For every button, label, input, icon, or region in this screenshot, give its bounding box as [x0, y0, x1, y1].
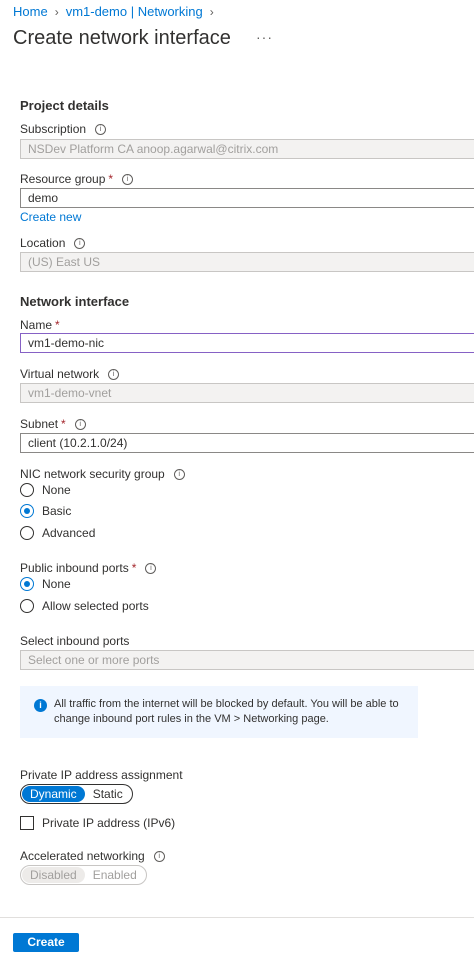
- chevron-right-icon: ›: [54, 4, 59, 19]
- subnet-select[interactable]: client (10.2.1.0/24): [20, 433, 474, 453]
- resource-group-select[interactable]: demo: [20, 188, 474, 208]
- project-details-heading: Project details: [20, 98, 109, 113]
- checkbox-box[interactable]: [20, 816, 34, 830]
- breadcrumb-vm-networking[interactable]: vm1-demo | Networking: [66, 4, 203, 19]
- accelerated-label-text: Accelerated networking: [20, 849, 145, 863]
- page-title: Create network interface: [13, 27, 231, 49]
- ip-assignment-label: Private IP address assignment: [20, 768, 183, 782]
- info-icon[interactable]: i: [173, 468, 185, 480]
- subnet-label-text: Subnet: [20, 417, 59, 431]
- required-marker: *: [55, 318, 60, 332]
- info-icon[interactable]: i: [74, 418, 86, 430]
- required-marker: *: [131, 561, 137, 575]
- info-icon[interactable]: i: [122, 173, 134, 185]
- nsg-option-none-label: None: [42, 483, 71, 497]
- accelerated-disabled: Disabled: [22, 867, 85, 883]
- name-input[interactable]: vm1-demo-nic: [20, 333, 474, 353]
- nsg-label: NIC network security group i: [20, 467, 185, 481]
- location-label-text: Location: [20, 236, 66, 250]
- info-banner: i All traffic from the internet will be …: [20, 686, 418, 738]
- location-field: (US) East US: [20, 252, 474, 272]
- nsg-label-text: NIC network security group: [20, 467, 165, 481]
- footer-divider: [0, 917, 474, 918]
- virtual-network-field: vm1-demo-vnet: [20, 383, 474, 403]
- ip-assignment-label-text: Private IP address assignment: [20, 768, 183, 782]
- network-interface-heading: Network interface: [20, 294, 130, 309]
- name-label-text: Name: [20, 318, 53, 332]
- ip-assignment-static[interactable]: Static: [85, 786, 131, 802]
- radio-circle-selected[interactable]: [20, 504, 34, 518]
- public-ports-option-allow[interactable]: Allow selected ports: [20, 599, 149, 613]
- resource-group-label-text: Resource group: [20, 172, 106, 186]
- nsg-option-none[interactable]: None: [20, 483, 71, 497]
- breadcrumb: Home › vm1-demo | Networking ›: [13, 4, 221, 19]
- public-ports-label-text: Public inbound ports: [20, 561, 129, 575]
- public-ports-option-none-label: None: [42, 577, 71, 591]
- ipv6-checkbox-label: Private IP address (IPv6): [42, 816, 176, 830]
- info-icon[interactable]: i: [153, 850, 165, 862]
- subscription-field: NSDev Platform CA anoop.agarwal@citrix.c…: [20, 139, 474, 159]
- resource-group-label: Resource group * i: [20, 172, 134, 186]
- accelerated-label: Accelerated networking i: [20, 849, 165, 863]
- nsg-option-advanced-label: Advanced: [42, 526, 96, 540]
- subnet-label: Subnet * i: [20, 417, 86, 431]
- more-icon[interactable]: ···: [256, 29, 273, 45]
- radio-circle[interactable]: [20, 599, 34, 613]
- info-icon[interactable]: i: [74, 237, 86, 249]
- accelerated-toggle: Disabled Enabled: [20, 865, 147, 885]
- public-ports-option-none[interactable]: None: [20, 577, 71, 591]
- location-label: Location i: [20, 236, 86, 250]
- inbound-ports-label-text: Select inbound ports: [20, 634, 130, 648]
- subscription-label: Subscription i: [20, 122, 107, 136]
- info-icon: i: [34, 699, 47, 712]
- virtual-network-label-text: Virtual network: [20, 367, 100, 381]
- info-icon[interactable]: i: [145, 562, 157, 574]
- public-ports-option-allow-label: Allow selected ports: [42, 599, 149, 613]
- ipv6-checkbox[interactable]: Private IP address (IPv6): [20, 816, 175, 830]
- inbound-ports-select: Select one or more ports: [20, 650, 474, 670]
- inbound-ports-label: Select inbound ports: [20, 634, 129, 648]
- required-marker: *: [61, 417, 66, 431]
- accelerated-enabled: Enabled: [92, 868, 137, 882]
- breadcrumb-home[interactable]: Home: [13, 4, 48, 19]
- nsg-option-advanced[interactable]: Advanced: [20, 526, 95, 540]
- name-label: Name *: [20, 318, 60, 332]
- radio-circle[interactable]: [20, 483, 34, 497]
- ip-assignment-dynamic[interactable]: Dynamic: [22, 786, 85, 802]
- create-button[interactable]: Create: [13, 933, 79, 952]
- info-banner-text: All traffic from the internet will be bl…: [54, 698, 399, 725]
- info-icon[interactable]: i: [95, 123, 107, 135]
- nsg-option-basic[interactable]: Basic: [20, 504, 71, 518]
- nsg-option-basic-label: Basic: [42, 504, 72, 518]
- public-ports-label: Public inbound ports * i: [20, 561, 157, 575]
- ip-assignment-toggle[interactable]: Dynamic Static: [20, 784, 133, 804]
- info-icon[interactable]: i: [108, 368, 120, 380]
- chevron-right-icon: ›: [209, 4, 214, 19]
- subscription-label-text: Subscription: [20, 122, 87, 136]
- radio-circle-selected[interactable]: [20, 577, 34, 591]
- required-marker: *: [108, 172, 114, 186]
- radio-circle[interactable]: [20, 526, 34, 540]
- create-new-link[interactable]: Create new: [20, 210, 81, 224]
- virtual-network-label: Virtual network i: [20, 367, 120, 381]
